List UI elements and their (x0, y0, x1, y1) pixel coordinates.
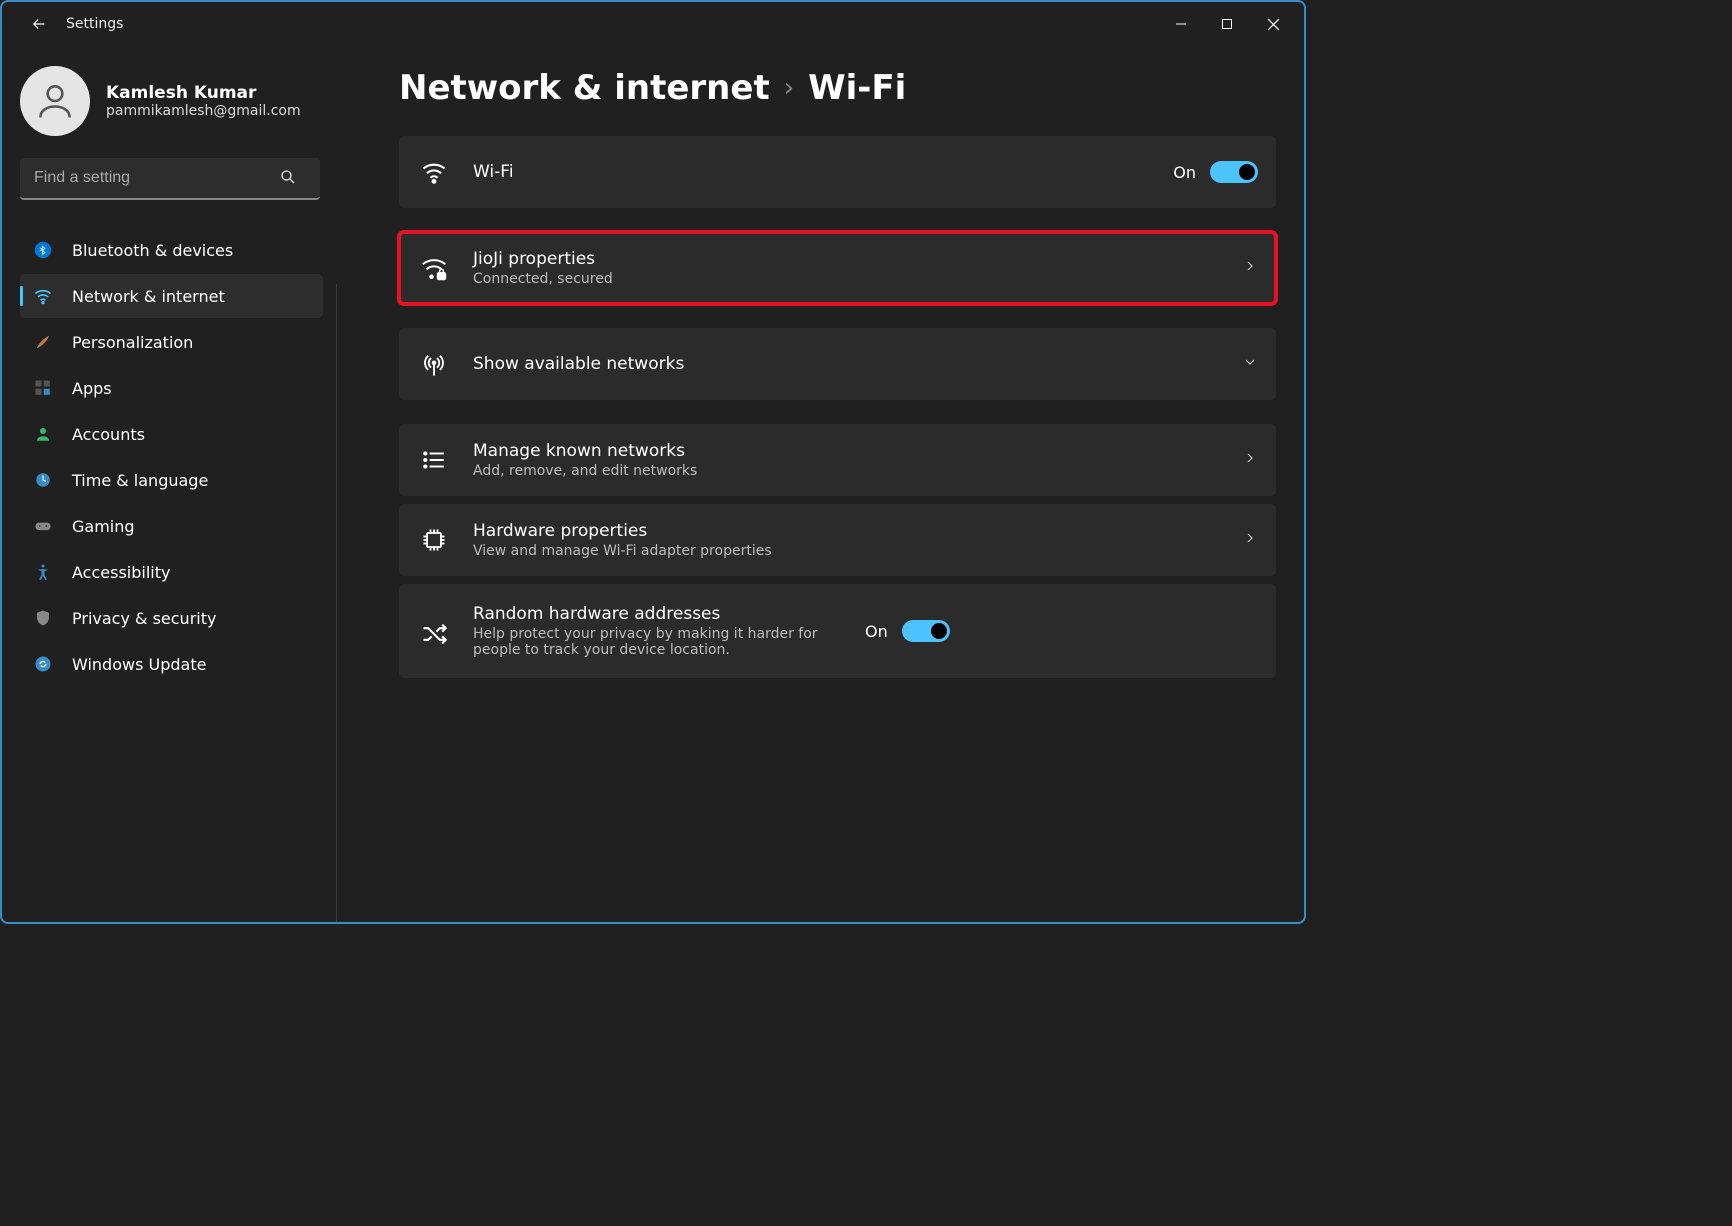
card-title: Random hardware addresses (473, 604, 843, 624)
toggle-state-label: On (1173, 163, 1196, 182)
random-hardware-toggle[interactable] (902, 620, 950, 642)
sidebar-item-accounts[interactable]: Accounts (20, 412, 323, 456)
titlebar: Settings (2, 2, 1304, 46)
close-button[interactable] (1250, 7, 1296, 41)
sidebar-item-bluetooth[interactable]: Bluetooth & devices (20, 228, 323, 272)
controller-icon (32, 516, 54, 536)
card-title: Hardware properties (473, 521, 1220, 541)
apps-icon (32, 379, 54, 397)
sidebar-item-label: Windows Update (72, 655, 206, 674)
card-manage-networks[interactable]: Manage known networks Add, remove, and e… (399, 424, 1276, 496)
profile-block[interactable]: Kamlesh Kumar pammikamlesh@gmail.com (20, 66, 323, 136)
sidebar-divider (336, 284, 337, 922)
card-subtitle: Help protect your privacy by making it h… (473, 626, 843, 658)
breadcrumb-current: Wi-Fi (808, 68, 906, 108)
accessibility-icon (32, 563, 54, 581)
breadcrumb-parent[interactable]: Network & internet (399, 68, 770, 108)
sidebar-item-label: Privacy & security (72, 609, 216, 628)
maximize-icon (1221, 18, 1233, 30)
card-subtitle: Connected, secured (473, 271, 1220, 287)
card-title: Wi-Fi (473, 162, 1151, 182)
card-random-hardware[interactable]: Random hardware addresses Help protect y… (399, 584, 1276, 678)
wifi-icon (32, 286, 54, 306)
wifi-lock-icon (417, 253, 451, 283)
toggle-state-label: On (865, 622, 888, 641)
person-icon (33, 79, 77, 123)
main-content: Network & internet › Wi-Fi Wi-Fi On (337, 46, 1304, 922)
sidebar-item-label: Time & language (72, 471, 208, 490)
sidebar-item-windows-update[interactable]: Windows Update (20, 642, 323, 686)
breadcrumb: Network & internet › Wi-Fi (399, 68, 1276, 108)
account-icon (32, 425, 54, 443)
maximize-button[interactable] (1204, 7, 1250, 41)
card-hardware-properties[interactable]: Hardware properties View and manage Wi-F… (399, 504, 1276, 576)
card-subtitle: View and manage Wi-Fi adapter properties (473, 543, 1220, 559)
sidebar-item-apps[interactable]: Apps (20, 366, 323, 410)
arrow-left-icon (30, 15, 48, 33)
update-icon (32, 655, 54, 673)
wifi-icon (417, 158, 451, 186)
sidebar-item-label: Accounts (72, 425, 145, 444)
chevron-right-icon: › (784, 73, 794, 103)
card-available-networks[interactable]: Show available networks (399, 328, 1276, 400)
sidebar-item-network[interactable]: Network & internet (20, 274, 323, 318)
card-network-properties[interactable]: JioJi properties Connected, secured (399, 232, 1276, 304)
card-title: JioJi properties (473, 249, 1220, 269)
sidebar-item-label: Network & internet (72, 287, 225, 306)
minimize-button[interactable] (1158, 7, 1204, 41)
avatar (20, 66, 90, 136)
bluetooth-icon (32, 241, 54, 259)
sidebar-item-privacy[interactable]: Privacy & security (20, 596, 323, 640)
card-title: Manage known networks (473, 441, 1220, 461)
sidebar-item-label: Gaming (72, 517, 135, 536)
chevron-right-icon (1242, 450, 1258, 470)
card-subtitle: Add, remove, and edit networks (473, 463, 1220, 479)
antenna-icon (417, 350, 451, 378)
sidebar-item-gaming[interactable]: Gaming (20, 504, 323, 548)
sidebar-item-label: Accessibility (72, 563, 170, 582)
wifi-toggle[interactable] (1210, 161, 1258, 183)
sidebar-item-label: Bluetooth & devices (72, 241, 233, 260)
chevron-right-icon (1242, 530, 1258, 550)
back-button[interactable] (20, 6, 58, 42)
list-icon (417, 447, 451, 473)
sidebar-item-time-language[interactable]: Time & language (20, 458, 323, 502)
profile-name: Kamlesh Kumar (106, 83, 301, 103)
sidebar-item-label: Personalization (72, 333, 193, 352)
shield-icon (32, 609, 54, 627)
sidebar: Kamlesh Kumar pammikamlesh@gmail.com Blu… (2, 46, 337, 922)
minimize-icon (1175, 18, 1187, 30)
search-input[interactable] (20, 158, 320, 200)
sidebar-item-accessibility[interactable]: Accessibility (20, 550, 323, 594)
search-icon (279, 168, 297, 190)
nav: Bluetooth & devices Network & internet P… (20, 228, 323, 686)
clock-globe-icon (32, 471, 54, 489)
shuffle-icon (417, 620, 451, 648)
chevron-right-icon (1242, 258, 1258, 278)
sidebar-item-label: Apps (72, 379, 112, 398)
sidebar-item-personalization[interactable]: Personalization (20, 320, 323, 364)
card-wifi-toggle[interactable]: Wi-Fi On (399, 136, 1276, 208)
brush-icon (32, 333, 54, 351)
chevron-down-icon (1242, 354, 1258, 374)
profile-email: pammikamlesh@gmail.com (106, 103, 301, 119)
close-icon (1267, 18, 1280, 31)
app-title: Settings (66, 16, 123, 32)
chip-icon (417, 526, 451, 554)
card-title: Show available networks (473, 354, 1220, 374)
